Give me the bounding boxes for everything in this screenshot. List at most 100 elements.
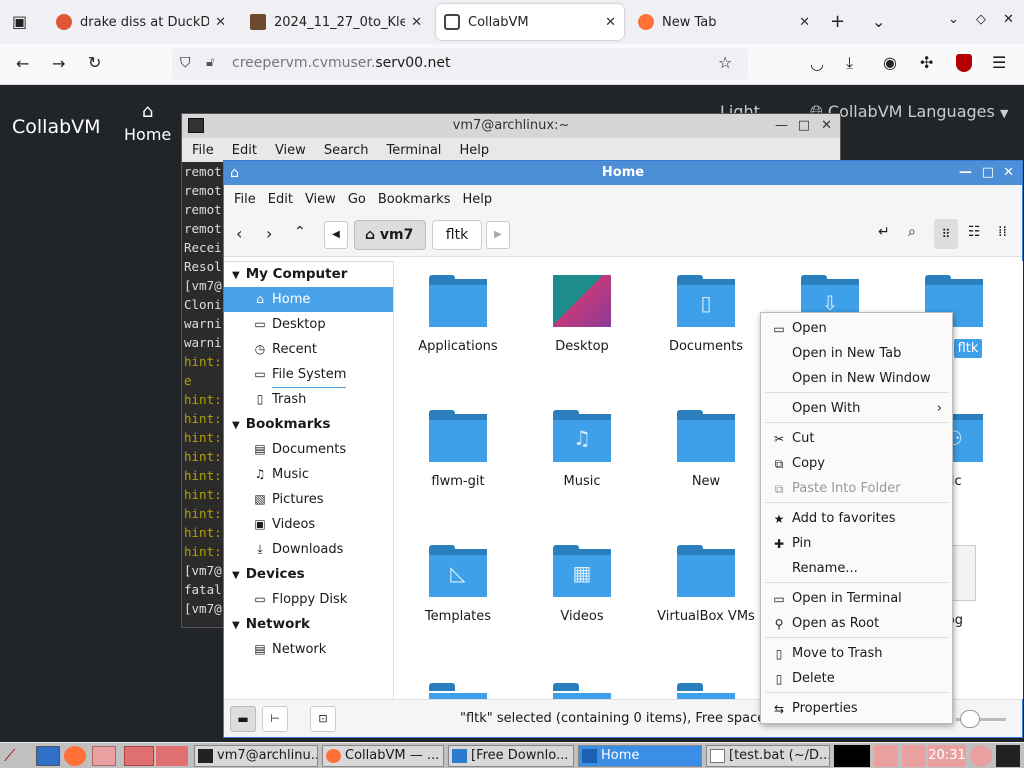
close-icon[interactable]: ✕ — [1003, 161, 1014, 185]
close-tab-icon[interactable]: ✕ — [215, 15, 226, 30]
breadcrumb-vm7[interactable]: ⌂ vm7 — [354, 220, 426, 250]
search-icon[interactable]: ⌕ — [908, 224, 916, 240]
back-chevron-icon[interactable]: ‹ — [236, 224, 242, 243]
sidebar-section-network[interactable]: ▼ Network — [224, 612, 393, 637]
context-menu-rename[interactable]: Rename... — [761, 557, 952, 581]
file-item[interactable]: flwm-git — [403, 410, 513, 489]
sidebar-item-desktop[interactable]: ▭ Desktop — [224, 312, 393, 337]
show-places-icon[interactable]: ▬ — [230, 706, 256, 732]
forward-arrow-icon[interactable]: → — [52, 54, 65, 73]
tray-icon[interactable] — [874, 745, 898, 767]
tab-overview-icon[interactable]: ▣ — [12, 12, 27, 31]
reload-icon[interactable]: ↻ — [88, 53, 101, 72]
context-menu-open-in-terminal[interactable]: ▭ Open in Terminal — [761, 587, 952, 611]
context-menu-open-with[interactable]: Open With › — [761, 397, 952, 421]
menu-go[interactable]: Go — [342, 192, 372, 207]
file-manager-titlebar[interactable]: ⌂ Home — □ ✕ — [224, 161, 1022, 185]
context-menu-move-to-trash[interactable]: ▯ Move to Trash — [761, 642, 952, 666]
taskbar-item-editor[interactable]: [test.bat (~/D... — [706, 745, 830, 767]
url-bar[interactable]: ⛉ 🔓︎ creepervm.cvmuser.serv00.net ☆ — [172, 48, 748, 80]
menu-bookmarks[interactable]: Bookmarks — [372, 192, 457, 207]
ublock-icon[interactable] — [956, 54, 972, 72]
up-chevron-icon[interactable]: ⌃ — [294, 224, 306, 240]
collabvm-brand[interactable]: CollabVM — [12, 116, 101, 138]
sidebar-item-videos[interactable]: ▣ Videos — [224, 512, 393, 537]
taskbar-item-download[interactable]: [Free Downlo... — [448, 745, 574, 767]
tray-icon[interactable] — [902, 745, 926, 767]
power-icon[interactable] — [970, 745, 992, 767]
list-view-icon[interactable]: ☷ — [968, 224, 981, 240]
menu-view[interactable]: View — [299, 192, 342, 207]
context-menu-cut[interactable]: ✂ Cut — [761, 427, 952, 451]
menu-help[interactable]: Help — [456, 192, 498, 207]
sidebar-item-network[interactable]: ▤ Network — [224, 637, 393, 662]
context-menu-open[interactable]: ▭ Open — [761, 317, 952, 341]
terminal-titlebar[interactable]: vm7@archlinux:~ — □ ✕ — [182, 114, 840, 138]
shield-icon[interactable]: ⛉ — [180, 55, 191, 71]
firefox-launcher-icon[interactable] — [64, 746, 86, 766]
context-menu-open-as-root[interactable]: ⚲ Open as Root — [761, 612, 952, 636]
zoom-slider-handle[interactable] — [960, 710, 980, 728]
sidebar-item-floppy-disk[interactable]: ▭ Floppy Disk — [224, 587, 393, 612]
app-launcher-icon[interactable] — [124, 746, 154, 766]
list-tabs-chevron-icon[interactable]: ⌄ — [872, 12, 885, 31]
terminal-menu-view[interactable]: View — [275, 143, 306, 158]
maximize-window-icon[interactable]: ◇ — [976, 12, 986, 27]
back-arrow-icon[interactable]: ← — [16, 54, 29, 73]
downloads-icon[interactable]: ⤓ — [846, 53, 853, 73]
minimize-window-icon[interactable]: ⌄ — [948, 12, 959, 27]
browser-tab-duckduckgo[interactable]: drake diss at DuckDu ✕ — [48, 4, 234, 40]
context-menu-open-new-window[interactable]: Open in New Window — [761, 367, 952, 391]
minimize-icon[interactable]: — — [775, 114, 788, 138]
sidebar-item-home[interactable]: ⌂ Home — [224, 287, 393, 312]
sidebar-item-trash[interactable]: ▯ Trash — [224, 387, 393, 412]
terminal-menu-search[interactable]: Search — [324, 143, 369, 158]
taskbar-item-firefox[interactable]: CollabVM — ... — [322, 745, 444, 767]
browser-tab-new[interactable]: New Tab ✕ — [630, 4, 818, 40]
context-menu-properties[interactable]: ⇆ Properties — [761, 697, 952, 721]
browser-tab-video[interactable]: 2024_11_27_0to_Klek ✕ — [242, 4, 430, 40]
file-item[interactable]: ▯ Documents — [651, 275, 761, 354]
context-menu-copy[interactable]: ⧉ Copy — [761, 452, 952, 476]
sidebar-item-downloads[interactable]: ⤓ Downloads — [224, 537, 393, 562]
sidebar-section-bookmarks[interactable]: ▼ Bookmarks — [224, 412, 393, 437]
extensions-icon[interactable]: ✣ — [920, 53, 933, 72]
icon-view-grid-icon[interactable]: ⠿ — [934, 219, 958, 249]
taskbar-item-terminal[interactable]: vm7@archlinu... — [194, 745, 318, 767]
file-item[interactable]: New — [651, 410, 761, 489]
terminal-menu-file[interactable]: File — [192, 143, 214, 158]
maximize-icon[interactable]: □ — [982, 161, 994, 185]
nav-home-link[interactable]: ⌂ Home — [124, 103, 171, 145]
lock-icon[interactable]: 🔓︎ — [206, 55, 214, 70]
sidebar-item-music[interactable]: ♫ Music — [224, 462, 393, 487]
menu-hamburger-icon[interactable]: ☰ — [992, 53, 1006, 72]
new-tab-plus-icon[interactable]: + — [830, 11, 845, 32]
close-tab-icon[interactable]: ✕ — [799, 15, 810, 30]
start-menu-icon[interactable]: ⟋ — [4, 745, 34, 767]
file-item[interactable]: ♫ Music — [527, 410, 637, 489]
file-item[interactable]: ◺ Templates — [403, 545, 513, 624]
sidebar-item-documents[interactable]: ▤ Documents — [224, 437, 393, 462]
menu-edit[interactable]: Edit — [262, 192, 299, 207]
close-icon[interactable]: ✕ — [821, 114, 832, 138]
forward-chevron-icon[interactable]: › — [266, 224, 272, 243]
compact-view-icon[interactable]: ⁞⁞ — [998, 224, 1007, 240]
terminal-menu-edit[interactable]: Edit — [232, 143, 257, 158]
minimize-icon[interactable]: — — [959, 161, 972, 185]
bookmark-star-icon[interactable]: ☆ — [718, 53, 732, 72]
file-item[interactable]: VirtualBox VMs — [651, 545, 761, 624]
file-item[interactable]: ▦ Videos — [527, 545, 637, 624]
menu-file[interactable]: File — [228, 192, 262, 207]
breadcrumb-fltk[interactable]: fltk — [432, 220, 482, 250]
taskbar-clock[interactable]: 20:31 — [928, 745, 966, 767]
show-tree-icon[interactable]: ⊢ — [262, 706, 288, 732]
app-launcher-icon[interactable] — [92, 746, 116, 766]
context-menu-pin[interactable]: ✚ Pin — [761, 532, 952, 556]
taskbar-item-home[interactable]: Home — [578, 745, 702, 767]
toggle-location-icon[interactable]: ↵ — [878, 224, 890, 240]
context-menu-delete[interactable]: ▯ Delete — [761, 667, 952, 691]
close-window-icon[interactable]: ✕ — [1003, 12, 1014, 27]
pocket-icon[interactable]: ◡ — [810, 54, 824, 73]
path-left-arrow-icon[interactable]: ◀ — [324, 221, 348, 249]
sidebar-item-recent[interactable]: ◷ Recent — [224, 337, 393, 362]
